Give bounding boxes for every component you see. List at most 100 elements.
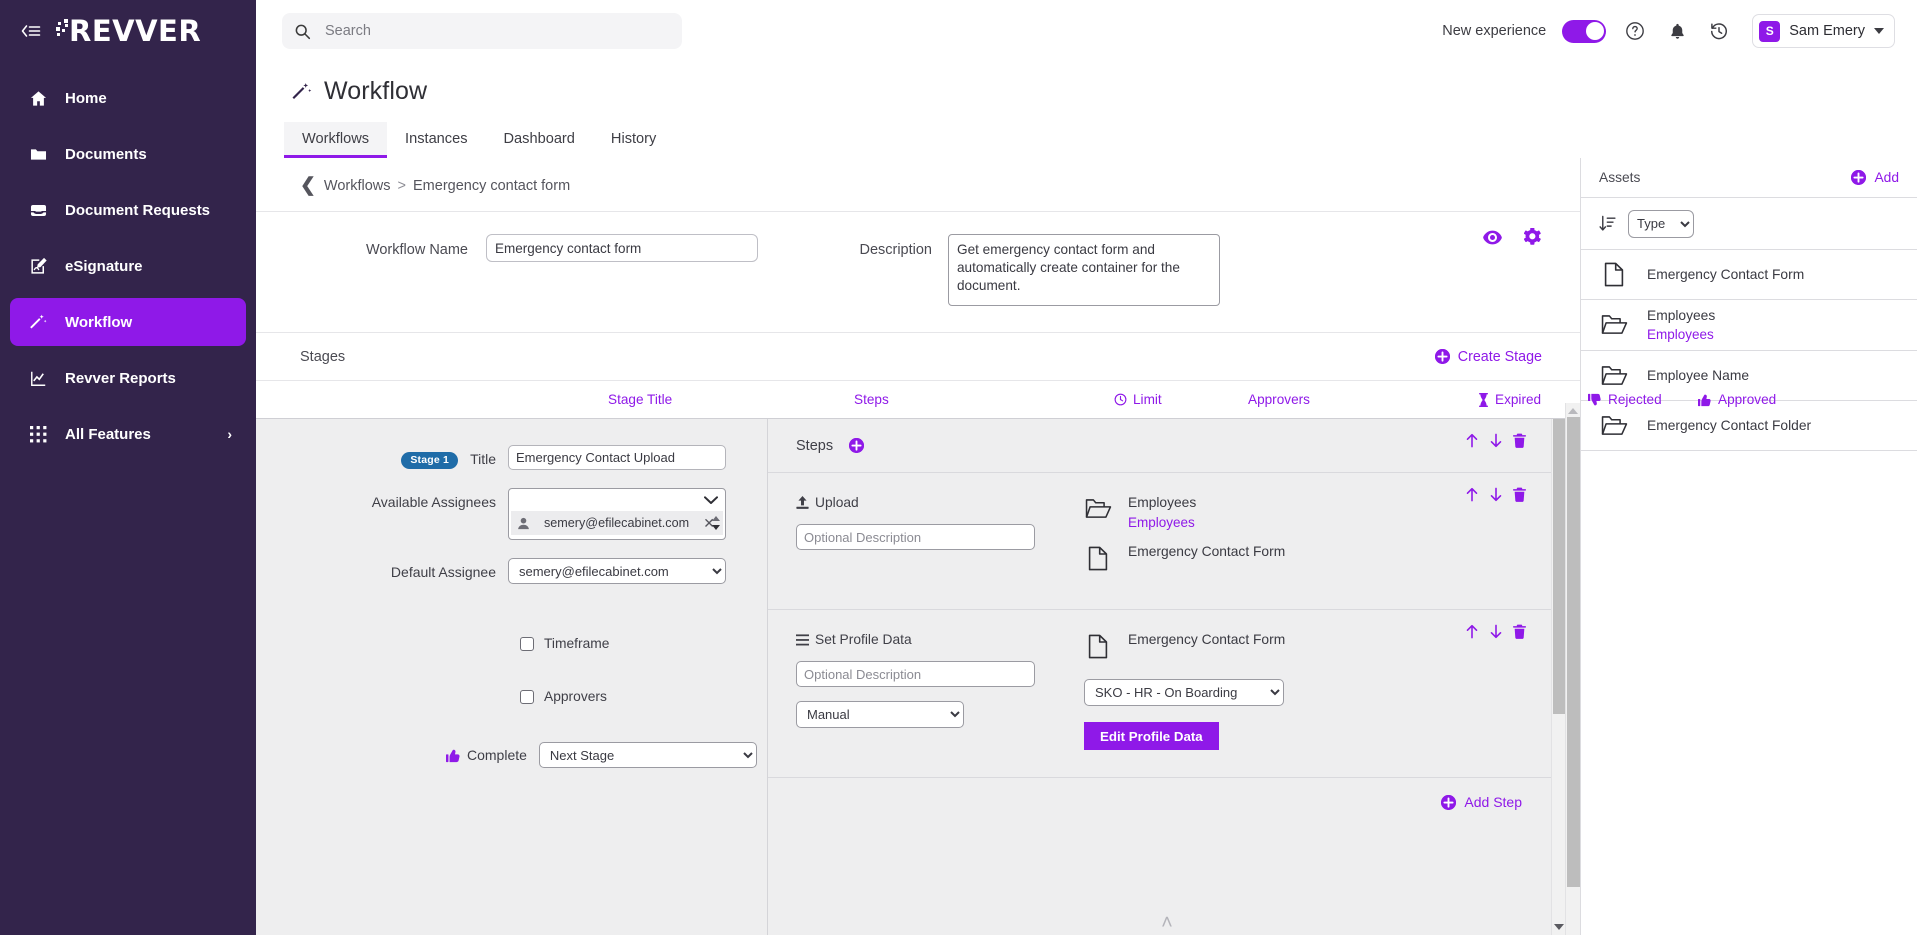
step-asset-secondary[interactable]: Employees xyxy=(1128,515,1196,530)
available-assignees-select[interactable]: semery@efilecabinet.com ✕ xyxy=(508,488,726,540)
search-input[interactable] xyxy=(325,23,670,39)
approvers-checkbox[interactable] xyxy=(520,689,534,704)
description-textarea[interactable]: Get emergency contact form and automatic… xyxy=(948,234,1220,306)
file-icon xyxy=(1599,262,1629,287)
add-step-label: Add Step xyxy=(1464,794,1522,810)
create-stage-button[interactable]: Create Stage xyxy=(1434,348,1542,365)
chevron-down-icon xyxy=(1874,28,1884,34)
scroll-down-icon[interactable] xyxy=(1554,924,1564,930)
breadcrumb-root[interactable]: Workflows xyxy=(324,178,391,194)
scroll-up-icon[interactable] xyxy=(1568,408,1578,414)
step-asset-primary: Emergency Contact Form xyxy=(1128,544,1286,559)
collapse-menu-icon[interactable] xyxy=(16,17,44,45)
step-mode-select[interactable]: Manual xyxy=(796,701,964,728)
move-up-icon[interactable] xyxy=(1465,487,1479,502)
sidebar-item-documents[interactable]: Documents xyxy=(10,130,246,178)
sidebar-item-home[interactable]: Home xyxy=(10,74,246,122)
tab-history[interactable]: History xyxy=(593,122,674,158)
asset-type-filter[interactable]: Type xyxy=(1628,209,1694,238)
steps-panel: Steps Upload Optional Description Employ… xyxy=(768,419,1566,935)
step-type: Set Profile Data xyxy=(796,632,1048,647)
sidebar-item-revver-reports[interactable]: Revver Reports xyxy=(10,354,246,402)
move-down-icon[interactable] xyxy=(1489,624,1503,639)
stage-columns-header: Stage Title Steps Limit Approvers Expire… xyxy=(256,380,1776,418)
move-down-icon[interactable] xyxy=(1489,487,1503,502)
add-asset-button[interactable]: Add xyxy=(1851,170,1899,185)
move-up-icon[interactable] xyxy=(1465,624,1479,639)
new-experience-toggle[interactable] xyxy=(1562,19,1607,43)
sort-descending-icon[interactable] xyxy=(1599,215,1616,232)
step-asset: Emergency Contact Form xyxy=(1084,544,1566,571)
tab-dashboard[interactable]: Dashboard xyxy=(486,122,593,158)
brand-logo[interactable]: REVVER xyxy=(56,14,201,48)
breadcrumb-separator: > xyxy=(397,177,406,194)
move-up-icon[interactable] xyxy=(1465,433,1479,448)
add-step-plus-icon[interactable] xyxy=(849,438,865,453)
delete-icon[interactable] xyxy=(1513,433,1526,448)
sidebar-header: REVVER xyxy=(0,0,256,62)
sidebar-item-all-features[interactable]: All Features › xyxy=(10,410,246,458)
delete-icon[interactable] xyxy=(1513,487,1526,502)
sidebar-item-workflow[interactable]: Workflow xyxy=(10,298,246,346)
wand-icon xyxy=(290,80,313,103)
file-icon xyxy=(1084,544,1112,571)
steps-scrollbar[interactable] xyxy=(1551,419,1566,935)
sidebar-item-label: eSignature xyxy=(65,257,143,275)
column-steps: Steps xyxy=(854,392,889,407)
gear-icon[interactable] xyxy=(1524,228,1542,246)
bell-icon[interactable] xyxy=(1664,18,1690,44)
history-clock-icon[interactable] xyxy=(1706,18,1732,44)
tab-workflows[interactable]: Workflows xyxy=(284,122,388,158)
step-description-input[interactable] xyxy=(796,661,1035,687)
stage-title-input[interactable] xyxy=(508,445,726,470)
step-type-label: Set Profile Data xyxy=(815,632,912,647)
step-right: Employees Employees Emergency Contact Fo… xyxy=(1048,495,1566,585)
available-assignees-row: Available Assignees semery@efilecabinet.… xyxy=(256,488,767,540)
search-box[interactable] xyxy=(282,13,682,49)
sidebar-item-label: Revver Reports xyxy=(65,369,176,387)
help-circle-icon[interactable] xyxy=(1622,18,1648,44)
stage-form: Stage 1 Title Available Assignees xyxy=(256,419,768,935)
sidebar: REVVER Home Documents Document Requests … xyxy=(0,0,256,935)
column-rejected-label: Rejected xyxy=(1608,392,1662,407)
spinner-up-icon[interactable] xyxy=(711,516,720,521)
default-assignee-select[interactable]: semery@efilecabinet.com xyxy=(508,558,726,584)
folder-open-icon xyxy=(1599,414,1629,438)
user-menu[interactable]: S Sam Emery xyxy=(1752,14,1895,48)
create-stage-label: Create Stage xyxy=(1457,348,1542,365)
sidebar-item-esignature[interactable]: eSignature xyxy=(10,242,246,290)
eye-icon[interactable] xyxy=(1483,230,1502,245)
sidebar-item-label: Home xyxy=(65,89,107,107)
spinner-down-icon[interactable] xyxy=(711,525,720,530)
sidebar-item-label: Document Requests xyxy=(65,201,211,219)
edit-profile-data-button[interactable]: Edit Profile Data xyxy=(1084,722,1219,750)
timeframe-label: Timeframe xyxy=(544,636,610,651)
asset-list-item[interactable]: Emergency Contact Form xyxy=(1581,250,1917,300)
tab-instances[interactable]: Instances xyxy=(387,122,485,158)
back-chevron-icon[interactable]: ❮ xyxy=(300,176,316,195)
add-step-button[interactable]: Add Step xyxy=(1441,794,1522,810)
timeframe-checkbox[interactable] xyxy=(520,636,534,651)
delete-icon[interactable] xyxy=(1513,624,1526,639)
available-assignees-dropdown-toggle[interactable] xyxy=(509,489,725,511)
step-asset-labels: Emergency Contact Form xyxy=(1128,632,1285,647)
profile-template-select[interactable]: SKO - HR - On Boarding xyxy=(1084,679,1284,706)
folder-open-icon xyxy=(1599,313,1629,337)
column-expired: Expired xyxy=(1478,392,1541,407)
move-down-icon[interactable] xyxy=(1489,433,1503,448)
asset-list-item[interactable]: Employees Employees xyxy=(1581,300,1917,351)
complete-select[interactable]: Next Stage xyxy=(538,742,757,768)
page-scrollbar[interactable] xyxy=(1565,403,1580,935)
assignee-chip: semery@efilecabinet.com ✕ xyxy=(511,511,723,535)
collapse-stage-chevron-icon[interactable]: ˄ xyxy=(1161,913,1173,933)
step-description-input[interactable] xyxy=(796,524,1035,550)
file-icon xyxy=(1084,632,1112,659)
asset-secondary[interactable]: Employees xyxy=(1647,327,1715,342)
assignee-list-spinner[interactable] xyxy=(709,511,722,535)
workflow-name-input[interactable] xyxy=(486,234,758,262)
scroll-thumb[interactable] xyxy=(1567,417,1580,887)
sidebar-item-document-requests[interactable]: Document Requests xyxy=(10,186,246,234)
asset-primary: Employees xyxy=(1647,308,1716,323)
asset-list-item[interactable]: Emergency Contact Folder xyxy=(1581,401,1917,451)
steps-heading: Steps xyxy=(796,437,834,454)
